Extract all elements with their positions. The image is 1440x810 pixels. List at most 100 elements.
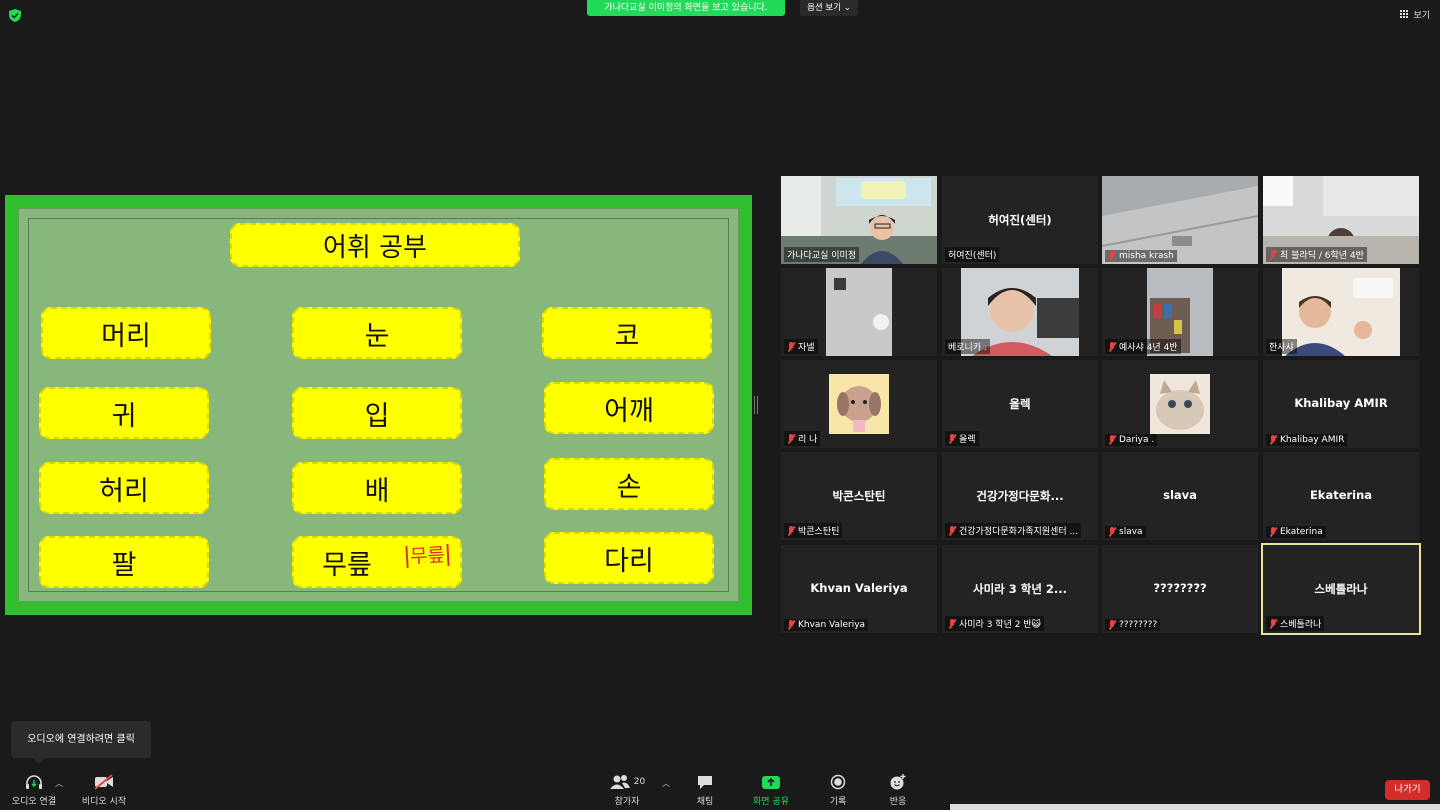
participant-name: Ekaterina [1280, 527, 1323, 537]
participant-name: 박콘스탄틴 [798, 527, 840, 537]
resize-handle[interactable] [754, 396, 758, 414]
mic-muted-icon [1108, 620, 1116, 630]
participant-name-label: 리 나 [784, 431, 821, 446]
participant-name-label: slava [1105, 526, 1146, 538]
zoom-meeting-window: 가나다교실 이미정의 화면을 보고 있습니다. 옵션 보기 ⌄ 보기 어휘 공부… [0, 0, 1440, 810]
participants-label: 참가자 [614, 797, 640, 807]
participant-display-name: Khvan Valeriya [810, 581, 908, 595]
word-card: 다리 [544, 532, 714, 584]
participant-name-label: 건강가정다문화가족지원센터 ... [945, 523, 1082, 538]
mic-muted-icon [1269, 249, 1277, 260]
participant-tile[interactable]: misha krash [1102, 176, 1258, 264]
chat-label: 채팅 [696, 797, 714, 807]
shield-icon[interactable] [9, 9, 21, 22]
participant-tile[interactable]: 베로니카 . [942, 268, 1098, 356]
participant-tile[interactable]: 박콘스탄틴 박콘스탄틴 [781, 452, 937, 540]
leave-button[interactable]: 나가기 [1385, 780, 1430, 800]
participant-name: 건강가정다문화가족지원센터 ... [959, 527, 1079, 537]
participant-tile[interactable]: 리 나 [781, 360, 937, 448]
view-options-label: 옵션 보기 [807, 3, 842, 13]
participant-tile[interactable]: 자넬 [781, 268, 937, 356]
view-options-button[interactable]: 옵션 보기 ⌄ [800, 0, 858, 16]
chat-button[interactable]: 채팅 [688, 772, 722, 808]
share-screen-button[interactable]: 화면 공유 [748, 772, 794, 808]
participant-name: 리 나 [798, 435, 818, 445]
share-screen-label: 화면 공유 [753, 797, 789, 807]
word-card: 손 [544, 458, 714, 510]
join-audio-button[interactable]: 오디오 연결 [6, 772, 62, 808]
participant-tile[interactable]: Dariya . [1102, 360, 1258, 448]
participant-tile[interactable]: 한사샤 [1263, 268, 1419, 356]
screen-share-banner: 가나다교실 이미정의 화면을 보고 있습니다. [587, 0, 785, 16]
participant-tile[interactable]: 가나다교실 이미정 [781, 176, 937, 264]
participant-name-label: 베로니카 . [945, 339, 990, 354]
participant-tile[interactable]: 최 블라딕 / 6학년 4반 [1263, 176, 1419, 264]
participant-name: ???????? [1119, 620, 1158, 630]
participant-tile[interactable]: 허여진(센터) 허여진(센터) [942, 176, 1098, 264]
mic-muted-icon [787, 433, 795, 444]
view-button-label: 보기 [1413, 11, 1430, 21]
participant-name-label: 스베틀라나 [1266, 616, 1325, 631]
mic-muted-icon [948, 433, 956, 444]
participant-name-label: 올렉 [945, 431, 979, 446]
participant-display-name: 사미라 3 학년 2... [972, 582, 1068, 596]
participant-display-name: Ekaterina [1309, 488, 1373, 502]
word-card: 코 [542, 307, 712, 359]
join-audio-label: 오디오 연결 [11, 797, 57, 807]
mic-muted-icon [787, 525, 795, 536]
mic-muted-icon [948, 618, 956, 629]
participant-count: 20 [633, 777, 646, 787]
mic-muted-icon [1108, 435, 1116, 445]
participant-display-name: ???????? [1153, 581, 1207, 595]
mic-muted-icon [1108, 527, 1116, 537]
chat-icon [698, 776, 712, 789]
share-screen-icon [762, 776, 780, 789]
participant-tile[interactable]: 건강가정다문화... 건강가정다문화가족지원센터 ... [942, 452, 1098, 540]
participant-name-label: 가나다교실 이미정 [784, 247, 860, 262]
background-window-edge [950, 804, 1440, 810]
participant-tile[interactable]: 사미라 3 학년 2... 사미라 3 학년 2 반😺 [942, 545, 1098, 633]
participant-tile[interactable]: Khvan Valeriya Khvan Valeriya [781, 545, 937, 633]
participant-name: 자넬 [798, 343, 815, 353]
participant-tile[interactable]: 예사샤 4년 4반 [1102, 268, 1258, 356]
participant-tile[interactable]: Khalibay AMIR Khalibay AMIR [1263, 360, 1419, 448]
record-button[interactable]: 기록 [823, 772, 853, 808]
participant-tile[interactable]: ???????????????? [1102, 545, 1258, 633]
participant-name: 허여진(센터) [948, 251, 997, 261]
participant-name-label: 최 블라딕 / 6학년 4반 [1266, 247, 1367, 262]
participant-name-label: Dariya . [1105, 434, 1158, 446]
participants-icon [609, 775, 630, 789]
chevron-up-icon[interactable]: ︿ [55, 778, 63, 789]
reactions-label: 반응 [889, 797, 907, 807]
participant-name: 올렉 [959, 435, 976, 445]
gallery-view-button[interactable]: 보기 [1400, 8, 1430, 21]
participant-name: Dariya . [1119, 435, 1155, 445]
participant-name-label: Khalibay AMIR [1266, 434, 1348, 446]
reactions-button[interactable]: 반응 [883, 772, 913, 808]
participants-button[interactable]: 20 참가자 [606, 772, 648, 808]
mic-muted-icon [787, 341, 795, 352]
audio-tooltip: 오디오에 연결하려면 클릭 [11, 721, 151, 764]
participant-tile[interactable]: 올렉 올렉 [942, 360, 1098, 448]
participant-name-label: Ekaterina [1266, 526, 1326, 538]
headphones-icon [26, 775, 42, 789]
mic-muted-icon [948, 525, 956, 536]
participant-name: misha krash [1119, 251, 1174, 261]
record-label: 기록 [829, 797, 847, 807]
word-card: 허리 [39, 462, 209, 514]
participant-tile[interactable]: Ekaterina Ekaterina [1263, 452, 1419, 540]
chevron-up-icon[interactable]: ︿ [662, 778, 670, 789]
participant-name-label: 한사샤 [1266, 339, 1297, 354]
word-card: 머리 [41, 307, 211, 359]
mic-muted-icon [787, 620, 795, 630]
participant-tile[interactable]: 스베틀라나 스베틀라나 [1261, 543, 1421, 635]
start-video-button[interactable]: 비디오 시작 [76, 772, 132, 808]
participant-name-label: Khvan Valeriya [784, 619, 869, 631]
word-card: 배 [292, 462, 462, 514]
participant-display-name: Khalibay AMIR [1294, 396, 1388, 410]
participant-display-name: 건강가정다문화... [976, 489, 1064, 503]
participant-tile[interactable]: slava slava [1102, 452, 1258, 540]
chevron-down-icon: ⌄ [843, 3, 851, 13]
mic-muted-icon [1269, 527, 1277, 537]
record-icon [830, 774, 846, 790]
